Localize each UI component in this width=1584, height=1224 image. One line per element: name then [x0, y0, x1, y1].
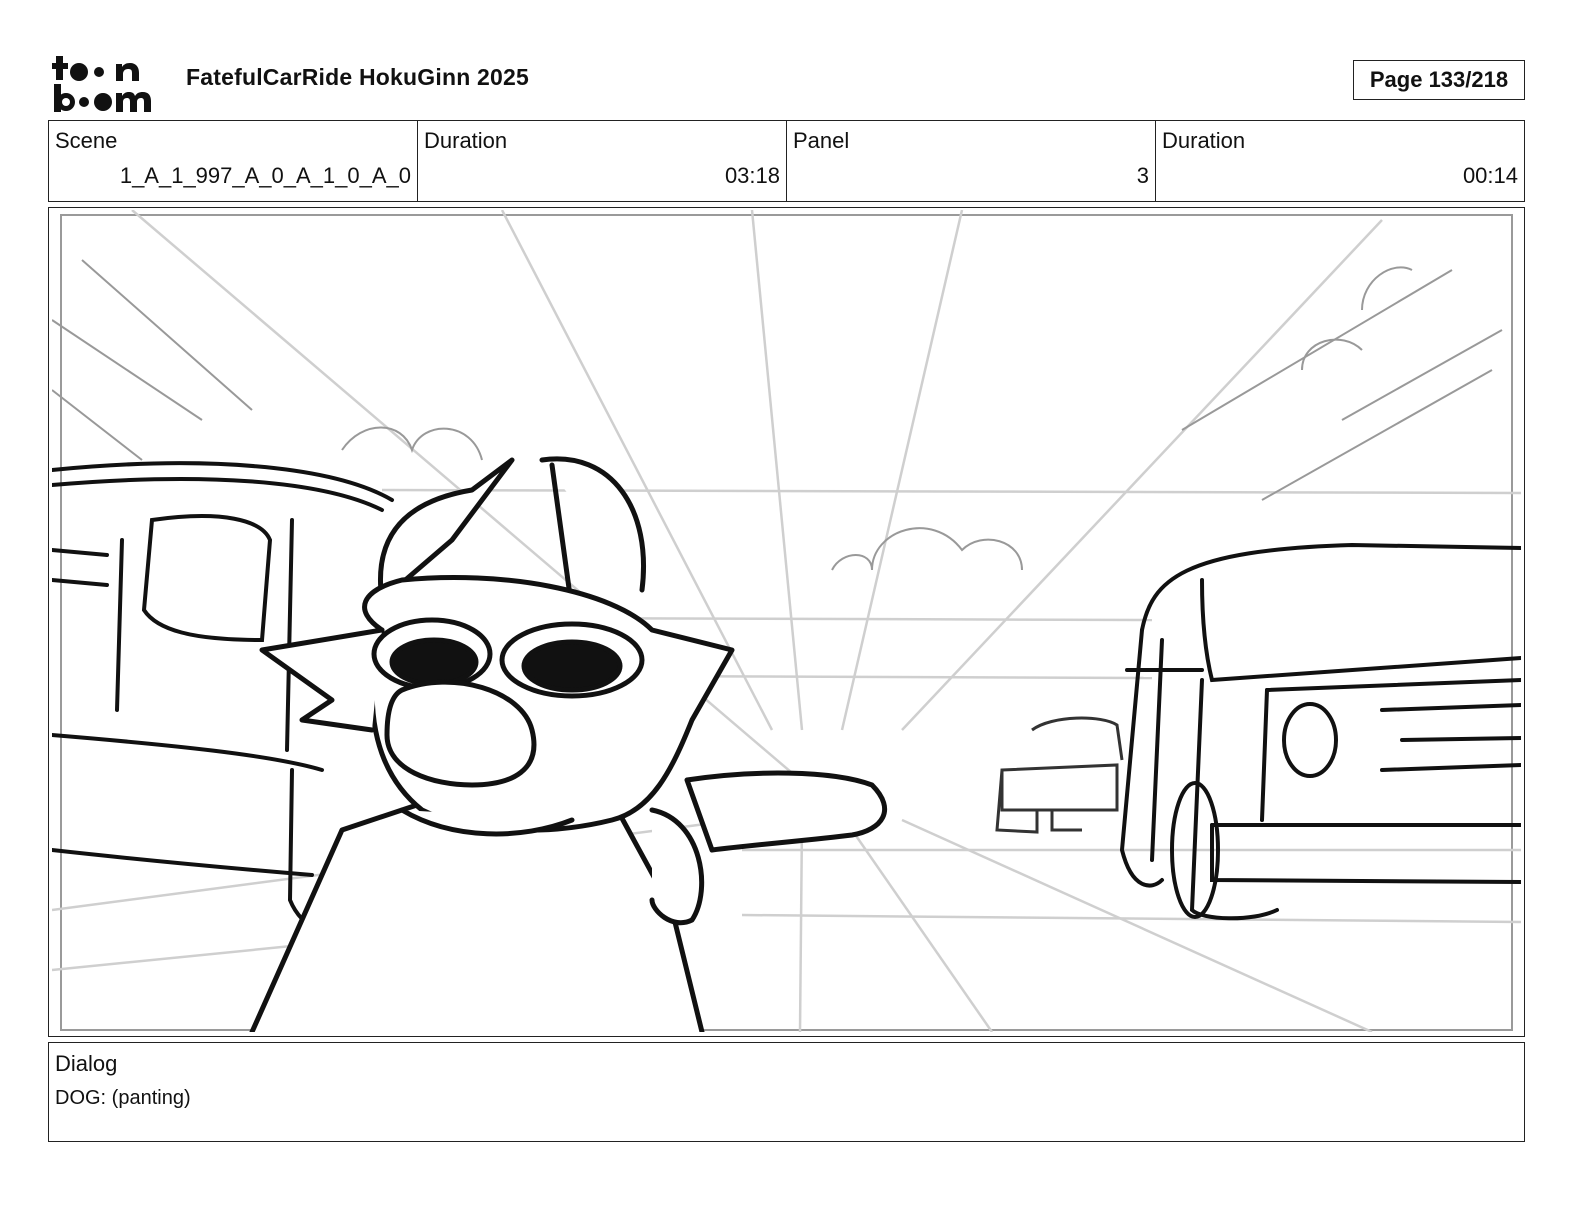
scene-duration-label: Duration	[424, 128, 508, 153]
right-car	[1119, 542, 1521, 921]
panel-value: 3	[1136, 163, 1149, 188]
dialog-text: DOG: (panting)	[55, 1087, 191, 1109]
scene-label: Scene	[55, 128, 118, 153]
panel-label: Panel	[793, 128, 850, 153]
scene-value: 1_A_1_997_A_0_A_1_0_A_0	[119, 163, 411, 188]
distant-cars	[995, 716, 1124, 834]
dialog-box: Dialog DOG: (panting)	[48, 1042, 1525, 1142]
dog-character	[249, 456, 887, 1032]
scene-info-table: Scene 1_A_1_997_A_0_A_1_0_A_0 Duration 0…	[48, 120, 1525, 202]
toon-boom-logo	[52, 56, 151, 112]
scene-duration-value: 03:18	[724, 163, 780, 188]
page-number: Page 133/218	[1353, 60, 1525, 100]
panel-duration-cell: Duration 00:14	[1156, 121, 1524, 201]
project-title: FatefulCarRide HokuGinn 2025	[186, 64, 530, 90]
dialog-label: Dialog	[55, 1051, 118, 1076]
panel-duration-label: Duration	[1162, 128, 1246, 153]
storyboard-panel-drawing	[52, 210, 1521, 1032]
panel-duration-value: 00:14	[1462, 163, 1518, 188]
perspective-guides	[52, 210, 1521, 1032]
scene-cell: Scene 1_A_1_997_A_0_A_1_0_A_0	[49, 121, 418, 201]
speed-lines	[52, 259, 1503, 571]
panel-cell: Panel 3	[787, 121, 1156, 201]
scene-duration-cell: Duration 03:18	[418, 121, 787, 201]
